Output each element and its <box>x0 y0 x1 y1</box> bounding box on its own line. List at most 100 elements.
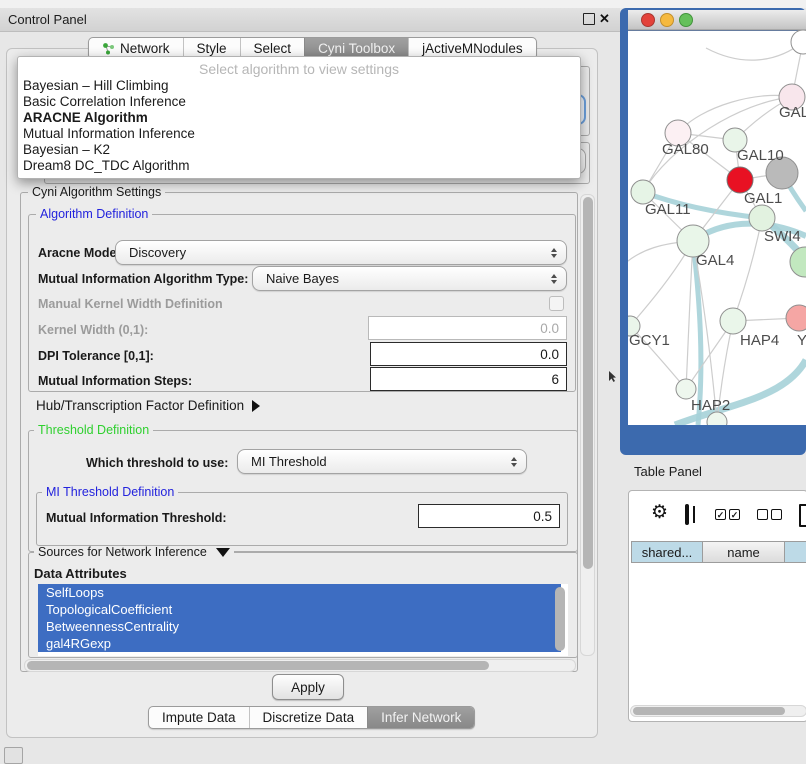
expand-right-icon <box>252 400 260 412</box>
algorithm-item-aracne[interactable]: ARACNE Algorithm <box>23 110 148 125</box>
stepper-icon <box>551 248 557 258</box>
stepper-icon <box>511 457 517 467</box>
tab-jactivemnodules-label: jActiveMNodules <box>422 41 523 56</box>
tab-discretize-data[interactable]: Discretize Data <box>249 707 368 728</box>
column-header-partial[interactable]: A <box>784 541 806 563</box>
tab-cyni-toolbox-label: Cyni Toolbox <box>318 41 395 56</box>
bottom-tab-bar: Impute Data Discretize Data Infer Networ… <box>148 706 475 729</box>
cyni-settings-group-title: Cyni Algorithm Settings <box>28 186 165 199</box>
mi-threshold-label: Mutual Information Threshold: <box>46 511 227 525</box>
manual-kernel-checkbox[interactable] <box>549 296 564 311</box>
kernel-width-field[interactable]: 0.0 <box>368 316 567 340</box>
dpi-tolerance-value: 0.0 <box>540 347 559 362</box>
zoom-traffic-light[interactable] <box>680 14 693 27</box>
deselect-all-checks-icon[interactable] <box>757 509 782 520</box>
network-view-window: GAL GAL80 GAL10 GAL1 GAL11 SWI4 GAL4 GCY… <box>620 8 806 455</box>
algorithm-item-bayesian-hill-climbing[interactable]: Bayesian – Hill Climbing <box>23 78 169 93</box>
gear-icon[interactable]: ⚙ <box>651 501 668 524</box>
table-hscroll-thumb[interactable] <box>633 707 785 715</box>
hub-definition-expander[interactable]: Hub/Transcription Factor Definition <box>36 398 260 413</box>
node-label-y: Y <box>797 332 806 349</box>
mi-steps-label: Mutual Information Steps: <box>38 374 192 388</box>
mi-threshold-value: 0.5 <box>533 509 552 524</box>
node-label-gal11: GAL11 <box>645 201 691 218</box>
kernel-width-value: 0.0 <box>540 321 559 336</box>
aracne-mode-label: Aracne Mode: <box>38 246 121 260</box>
column-header-shared-label: shared... <box>642 545 693 560</box>
column-header-shared[interactable]: shared... <box>631 541 703 563</box>
list-item-gal4rgexp[interactable]: gal4RGexp <box>38 635 561 652</box>
algorithm-item-mutual-information[interactable]: Mutual Information Inference <box>23 126 195 141</box>
settings-vscroll-thumb[interactable] <box>583 197 593 569</box>
sources-title-text: Sources for Network Inference <box>38 545 207 559</box>
aracne-mode-value: Discovery <box>129 245 186 260</box>
columns-icon[interactable] <box>685 504 689 525</box>
node-label-hap4: HAP4 <box>740 332 779 349</box>
list-item-topologicalcoefficient[interactable]: TopologicalCoefficient <box>38 601 561 618</box>
mi-type-label: Mutual Information Algorithm Type: <box>38 272 248 286</box>
control-panel-titlebar: Control Panel <box>0 8 620 32</box>
algorithm-item-bayesian-k2[interactable]: Bayesian – K2 <box>23 142 110 157</box>
column-header-name[interactable]: name <box>702 541 785 563</box>
settings-hscroll-thumb[interactable] <box>27 661 489 670</box>
kernel-width-label: Kernel Width (0,1): <box>38 323 148 337</box>
node-label-gcy1: GCY1 <box>629 332 670 349</box>
algorithm-item-basic-correlation[interactable]: Basic Correlation Inference <box>23 94 186 109</box>
algorithm-popup-prompt: Select algorithm to view settings <box>18 61 580 77</box>
mi-type-value: Naive Bayes <box>266 271 339 286</box>
close-traffic-light[interactable] <box>642 14 655 27</box>
tab-infer-label: Infer Network <box>381 710 461 725</box>
minimize-traffic-light[interactable] <box>661 14 674 27</box>
dpi-tolerance-label: DPI Tolerance [0,1]: <box>38 349 154 363</box>
list-item-betweennesscentrality[interactable]: BetweennessCentrality <box>38 618 561 635</box>
threshold-definition-title: Threshold Definition <box>34 424 153 437</box>
mi-steps-field[interactable]: 6 <box>370 367 567 391</box>
float-window-icon[interactable] <box>583 13 595 25</box>
tab-discretize-label: Discretize Data <box>263 710 355 725</box>
select-all-checks-icon[interactable]: ✓✓ <box>715 509 740 520</box>
tab-infer-network[interactable]: Infer Network <box>367 707 474 728</box>
attribute-list-scrollbar[interactable] <box>555 587 565 651</box>
aracne-mode-select[interactable]: Discovery <box>115 240 567 265</box>
node-hap2[interactable] <box>676 379 696 399</box>
tab-select-label: Select <box>254 41 292 56</box>
which-threshold-select[interactable]: MI Threshold <box>237 449 527 474</box>
node-label-gal: GAL <box>779 104 806 121</box>
algorithm-dropdown-popup: Select algorithm to view settings Bayesi… <box>17 56 581 179</box>
mi-steps-value: 6 <box>551 372 559 387</box>
top-strip <box>0 0 806 8</box>
table-panel: ⚙ ✓✓ shared... name A YDL19... YDL19... … <box>628 490 806 722</box>
mouse-cursor <box>608 371 618 383</box>
node-label-gal80: GAL80 <box>662 141 709 158</box>
network-icon <box>102 42 115 55</box>
sources-group-title[interactable]: Sources for Network Inference <box>34 546 234 559</box>
tab-style-label: Style <box>197 41 227 56</box>
collapsed-panel-button[interactable] <box>4 747 23 764</box>
list-item-selfloops[interactable]: SelfLoops <box>38 584 561 601</box>
new-table-icon[interactable] <box>799 504 806 527</box>
apply-button[interactable]: Apply <box>272 674 344 700</box>
table-panel-title: Table Panel <box>634 464 702 479</box>
stepper-icon <box>551 274 557 284</box>
dpi-tolerance-field[interactable]: 0.0 <box>370 342 567 366</box>
close-icon[interactable]: ✕ <box>599 11 610 27</box>
which-threshold-value: MI Threshold <box>251 454 327 469</box>
algorithm-item-dream8[interactable]: Dream8 DC_TDC Algorithm <box>23 158 190 173</box>
which-threshold-label: Which threshold to use: <box>86 456 228 470</box>
tab-impute-data[interactable]: Impute Data <box>149 707 249 728</box>
collapse-down-icon <box>216 548 230 557</box>
node-label-gal10: GAL10 <box>737 147 784 164</box>
table-rows: YDL19... YDL19... 13 YDR27... YDR27... 1… <box>629 563 806 705</box>
mi-threshold-group-title: MI Threshold Definition <box>42 486 178 499</box>
mi-threshold-field[interactable]: 0.5 <box>418 504 560 528</box>
node-label-swi4: SWI4 <box>764 228 801 245</box>
tab-network-label: Network <box>120 41 170 56</box>
node-label-hap2: HAP2 <box>691 397 730 414</box>
mi-algorithm-type-select[interactable]: Naive Bayes <box>252 266 567 291</box>
apply-button-label: Apply <box>291 680 325 695</box>
node-hap4[interactable] <box>720 308 746 334</box>
tab-impute-label: Impute Data <box>162 710 236 725</box>
hub-definition-label: Hub/Transcription Factor Definition <box>36 398 244 413</box>
node-label-gal1: GAL1 <box>744 190 782 207</box>
panel-title: Control Panel <box>8 12 87 27</box>
